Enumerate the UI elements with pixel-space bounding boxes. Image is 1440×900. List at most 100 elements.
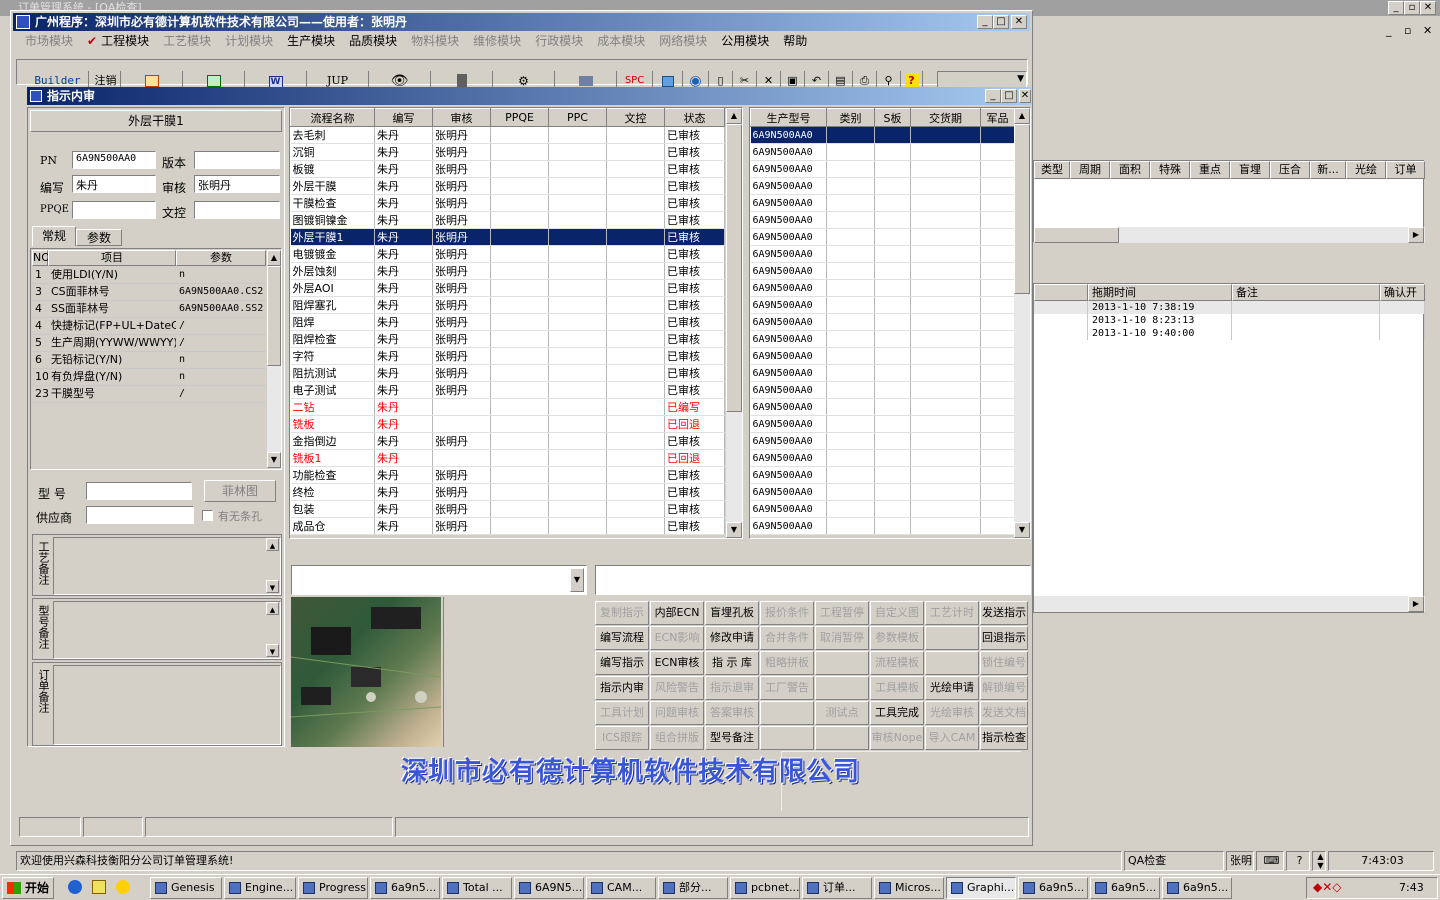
menu-item[interactable]: 物料模块 (411, 34, 459, 48)
taskbar-item[interactable]: 6a9n5... (1090, 877, 1160, 899)
background-header-cell[interactable]: 新... (1310, 161, 1346, 179)
mdi-restore-icon[interactable]: ▫ (1404, 24, 1411, 37)
process-note-field[interactable]: ▲ ▼ (53, 537, 281, 595)
production-row[interactable]: 6A9N500AA0 (750, 466, 1015, 484)
wenkong-field[interactable] (194, 201, 280, 219)
flow-row[interactable]: 二钻 朱丹 已编写 (290, 398, 725, 416)
minimize-button[interactable]: _ (977, 15, 993, 29)
ppqe-field[interactable] (72, 201, 156, 219)
quicklaunch-explorer-icon[interactable] (92, 880, 106, 894)
menu-item[interactable]: 公用模块 (721, 34, 769, 48)
production-header-cell[interactable]: S板 (874, 108, 911, 127)
background-header-cell[interactable]: 拖期时间 (1088, 284, 1232, 301)
flow-row[interactable]: 外层AOI 朱丹 张明丹 已审核 (290, 279, 725, 297)
production-row[interactable]: 6A9N500AA0 (750, 517, 1015, 535)
production-header-cell[interactable]: 类别 (826, 108, 875, 127)
slot-checkbox[interactable] (202, 510, 213, 521)
flow-row[interactable]: 图镀铜镍金 朱丹 张明丹 已审核 (290, 211, 725, 229)
action-button[interactable]: 编写指示 (595, 651, 649, 675)
production-row[interactable]: 6A9N500AA0 (750, 347, 1015, 365)
background-header-cell[interactable]: 周期 (1070, 161, 1110, 179)
production-row[interactable]: 6A9N500AA0 (750, 483, 1015, 501)
flow-header-cell[interactable]: 审核 (432, 108, 491, 127)
flow-vscroll[interactable]: ▲ ▼ (726, 108, 742, 538)
production-row[interactable]: 6A9N500AA0 (750, 364, 1015, 382)
flow-row[interactable]: 阻抗测试 朱丹 张明丹 已审核 (290, 364, 725, 382)
vscroll-thumb[interactable] (726, 124, 742, 412)
taskbar-item[interactable]: 6A9N5... (514, 877, 584, 899)
params-row[interactable]: 1 使用LDI(Y/N) n (32, 267, 266, 284)
production-row[interactable]: 6A9N500AA0 (750, 432, 1015, 450)
writer-field[interactable]: 朱丹 (72, 175, 156, 193)
flow-row[interactable]: 干膜检查 朱丹 张明丹 已审核 (290, 194, 725, 212)
scroll-down-button[interactable]: ▼ (266, 580, 279, 593)
production-row[interactable]: 6A9N500AA0 (750, 296, 1015, 314)
model-field[interactable] (86, 482, 192, 500)
flow-header-cell[interactable]: 文控 (606, 108, 665, 127)
taskbar-item[interactable]: Graphi... (946, 877, 1016, 899)
scroll-down-button[interactable]: ▼ (266, 644, 279, 657)
params-row[interactable]: 3 CS面菲林号 6A9N500AA0.CS2 (32, 284, 266, 301)
background-row[interactable]: 2013-1-10 9:40:00 (1034, 327, 1425, 340)
scroll-up-button[interactable]: ▲ (726, 108, 742, 124)
action-button[interactable]: 内部ECN (650, 601, 704, 625)
taskbar-item[interactable]: CAM... (586, 877, 656, 899)
production-row[interactable]: 6A9N500AA0 (750, 449, 1015, 467)
action-button[interactable]: ECN审核 (650, 651, 704, 675)
quicklaunch-clock-icon[interactable] (116, 880, 130, 894)
flow-row[interactable]: 金指倒边 朱丹 张明丹 已审核 (290, 432, 725, 450)
supplier-field[interactable] (86, 506, 194, 524)
action-button[interactable]: 指 示 库 (705, 651, 759, 675)
params-vscroll[interactable]: ▲ ▼ (267, 250, 281, 468)
background-header-cell[interactable] (1034, 284, 1088, 301)
flow-row[interactable]: 功能检查 朱丹 张明丹 已审核 (290, 466, 725, 484)
background-header-cell[interactable]: 备注 (1232, 284, 1380, 301)
background-header-cell[interactable]: 特殊 (1150, 161, 1190, 179)
action-button[interactable]: 指示检查 (980, 726, 1028, 750)
quicklaunch-ie-icon[interactable] (68, 880, 82, 894)
background-row[interactable]: 2013-1-10 7:38:19 (1034, 301, 1425, 314)
taskbar-item[interactable]: Genesis (150, 877, 222, 899)
flow-header-cell[interactable]: 状态 (664, 108, 725, 127)
taskbar-item[interactable]: 6a9n5... (370, 877, 440, 899)
flow-row[interactable]: 去毛刺 朱丹 张明丹 已审核 (290, 126, 725, 144)
params-row[interactable]: 4 快捷标记(FP+UL+DateC// (32, 318, 266, 335)
params-header-cell[interactable]: 项目 (48, 250, 176, 266)
params-row[interactable]: 4 SS面菲林号 6A9N500AA0.SS2 (32, 301, 266, 318)
bg-restore-button[interactable]: ▫ (1404, 1, 1420, 15)
production-row[interactable]: 6A9N500AA0 (750, 262, 1015, 280)
background-header-cell[interactable]: 压合 (1270, 161, 1310, 179)
keyboard-icon[interactable]: ⌨ (1256, 851, 1284, 871)
child-close-button[interactable]: ✕ (1019, 89, 1031, 103)
chevron-down-icon[interactable]: ▼ (570, 568, 584, 592)
taskbar-item[interactable]: 6a9n5... (1162, 877, 1232, 899)
flow-row[interactable]: 外层蚀刻 朱丹 张明丹 已审核 (290, 262, 725, 280)
pn-field[interactable]: 6A9N500AA0 (72, 151, 156, 169)
production-header-cell[interactable]: 交货期 (910, 108, 981, 127)
params-row[interactable]: 5 生产周期(YYWW/WWYY) / (32, 335, 266, 352)
menu-item[interactable]: 维修模块 (473, 34, 521, 48)
background-row[interactable]: 2013-1-10 8:23:13 (1034, 314, 1425, 327)
scroll-down-button[interactable]: ▼ (1014, 522, 1030, 538)
flow-row[interactable]: 板镀 朱丹 张明丹 已审核 (290, 160, 725, 178)
taskbar-item[interactable]: Total ... (442, 877, 512, 899)
production-header-cell[interactable]: 生产型号 (750, 108, 827, 127)
flow-select[interactable]: ▼ (291, 565, 587, 595)
bg-minimize-button[interactable]: _ (1388, 1, 1404, 15)
production-row[interactable]: 6A9N500AA0 (750, 398, 1015, 416)
background-header-cell[interactable]: 类型 (1034, 161, 1070, 179)
menu-item[interactable]: 成本模块 (597, 34, 645, 48)
production-row[interactable]: 6A9N500AA0 (750, 211, 1015, 229)
tab-general[interactable]: 常规 (32, 226, 76, 246)
order-note-field[interactable] (53, 665, 281, 745)
film-button[interactable]: 菲林图 (204, 480, 276, 502)
scroll-up-button[interactable]: ▲ (1014, 108, 1030, 124)
production-row[interactable]: 6A9N500AA0 (750, 126, 1015, 144)
production-row[interactable]: 6A9N500AA0 (750, 500, 1015, 518)
params-row[interactable]: 6 无铅标记(Y/N) n (32, 352, 266, 369)
production-vscroll[interactable]: ▲ ▼ (1014, 108, 1030, 538)
flow-header-cell[interactable]: 流程名称 (290, 108, 375, 127)
flow-row[interactable]: 字符 朱丹 张明丹 已审核 (290, 347, 725, 365)
vscroll-thumb[interactable] (267, 266, 281, 366)
flow-row[interactable]: 铣板1 朱丹 已回退 (290, 449, 725, 467)
